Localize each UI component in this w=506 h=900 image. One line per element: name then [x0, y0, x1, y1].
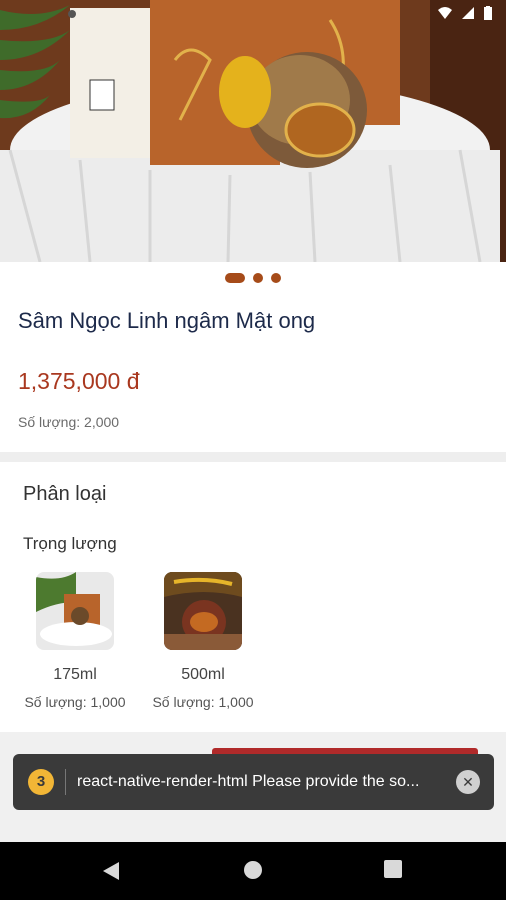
variants-section-title: Phân loại — [23, 483, 107, 505]
product-price: 1,375,000 đ — [18, 368, 140, 394]
variant-thumbnail — [36, 572, 114, 650]
variant-name: 500ml — [181, 666, 225, 683]
variant-name: 175ml — [53, 666, 97, 683]
wifi-icon — [438, 7, 452, 19]
toast-divider — [65, 769, 66, 795]
variant-group-label: Trọng lượng — [23, 534, 117, 553]
pagination-dot[interactable] — [253, 273, 263, 283]
toast-count-badge: 3 — [28, 769, 54, 795]
variant-thumbnail — [164, 572, 242, 650]
pagination-dot[interactable] — [271, 273, 281, 283]
status-bar — [438, 6, 492, 20]
product-photo — [0, 0, 506, 262]
product-image-carousel[interactable] — [0, 0, 506, 262]
settings-icon — [66, 8, 78, 20]
variant-quantity: Số lượng: 1,000 — [152, 694, 254, 710]
section-divider — [0, 452, 506, 462]
variant-quantity: Số lượng: 1,000 — [24, 694, 126, 710]
signal-icon — [462, 7, 474, 19]
close-icon[interactable]: ✕ — [456, 770, 480, 794]
pagination-dot-active[interactable] — [225, 273, 245, 283]
variant-option-175ml[interactable]: 175ml Số lượng: 1,000 — [10, 572, 140, 710]
carousel-pagination — [0, 273, 506, 283]
product-title: Sâm Ngọc Linh ngâm Mật ong — [18, 308, 316, 333]
product-quantity: Số lượng: 2,000 — [18, 414, 120, 430]
home-icon[interactable] — [243, 860, 263, 885]
battery-icon — [484, 6, 492, 20]
recents-icon[interactable] — [384, 860, 402, 883]
system-navigation-bar — [0, 842, 506, 900]
variant-option-500ml[interactable]: 500ml Số lượng: 1,000 — [138, 572, 268, 710]
warning-toast[interactable]: 3 react-native-render-html Please provid… — [13, 754, 494, 810]
toast-message: react-native-render-html Please provide … — [77, 773, 420, 790]
back-icon[interactable] — [101, 860, 121, 887]
